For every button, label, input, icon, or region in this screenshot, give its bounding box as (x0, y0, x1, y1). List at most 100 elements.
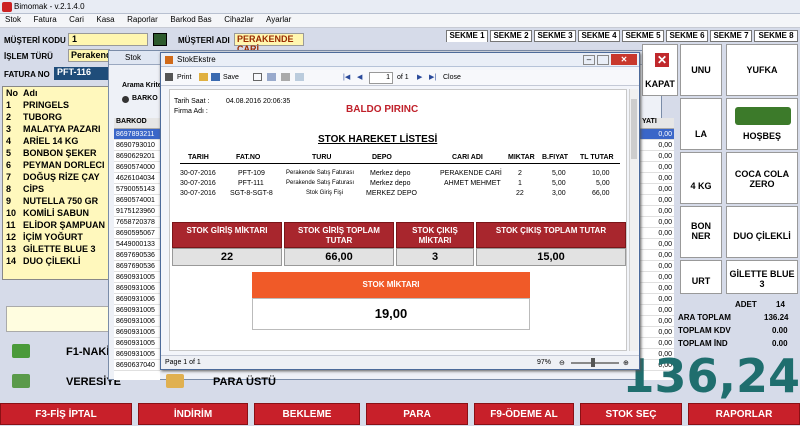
product-tile-urt[interactable]: URT (680, 260, 722, 294)
barkod-cell[interactable]: 9175123960 (114, 206, 160, 217)
menu-stok[interactable]: Stok (0, 14, 26, 25)
menu-kasa[interactable]: Kasa (91, 14, 119, 25)
menu-cari[interactable]: Cari (64, 14, 89, 25)
islem-turu-select[interactable]: Perakend (68, 49, 112, 62)
bekleme-button[interactable]: BEKLEME (254, 403, 360, 425)
product-tile-coca-cola[interactable]: COCA COLA ZERO (726, 152, 798, 204)
page-number-input[interactable]: 1 (369, 72, 393, 84)
barkod-cell[interactable]: 8697893211 (114, 129, 160, 140)
zoom-slider-thumb[interactable] (591, 358, 595, 367)
product-tile-la[interactable]: LA (680, 98, 722, 150)
cart-row[interactable]: 10 KOMİLİ SABUN (3, 207, 109, 219)
barkod-cell[interactable]: 8690637040 (114, 360, 160, 371)
raporlar-button[interactable]: RAPORLAR (688, 403, 800, 425)
cart-row[interactable]: 6 PEYMAN DORLECI (3, 159, 109, 171)
product-tile-gilette[interactable]: GİLETTE BLUE 3 (726, 260, 798, 294)
barkod-radio[interactable] (122, 96, 129, 103)
barkod-cell[interactable]: 8690595067 (114, 228, 160, 239)
menu-fatura[interactable]: Fatura (29, 14, 62, 25)
product-tile-unu[interactable]: UNU (680, 44, 722, 96)
cart-row[interactable]: 1 PRINGELS (3, 99, 109, 111)
barkod-cell[interactable]: 5790055143 (114, 184, 160, 195)
tab-sekme-2[interactable]: SEKME 2 (490, 30, 532, 42)
cart-row[interactable]: 11 ELİDOR ŞAMPUAN (3, 219, 109, 231)
cart-row[interactable]: 12 İÇİM YOĞURT (3, 231, 109, 243)
zoom-in-icon[interactable]: ⊕ (623, 359, 629, 367)
maximize-icon[interactable] (597, 55, 609, 65)
stok-sec-button[interactable]: STOK SEÇ (580, 403, 682, 425)
report-scrollbar[interactable] (629, 89, 638, 351)
para-button[interactable]: PARA (366, 403, 468, 425)
product-tile-yufka[interactable]: YUFKA (726, 44, 798, 96)
cart-row[interactable]: 8 CİPS (3, 183, 109, 195)
first-page-icon[interactable]: |◀ (343, 73, 350, 83)
product-tile-duo[interactable]: DUO ÇİLEKLİ (726, 206, 798, 258)
prev-page-icon[interactable]: ◀ (357, 73, 362, 83)
barkod-cell[interactable]: 5449000133 (114, 239, 160, 250)
barkod-cell[interactable]: 8690931006 (114, 283, 160, 294)
barkod-cell[interactable]: 8690574000 (114, 162, 160, 173)
tab-sekme-7[interactable]: SEKME 7 (710, 30, 752, 42)
folder-icon[interactable] (199, 73, 208, 81)
barkod-cell[interactable]: 8690931005 (114, 338, 160, 349)
cart-row[interactable]: 13 GİLETTE BLUE 3 (3, 243, 109, 255)
tab-sekme-6[interactable]: SEKME 6 (666, 30, 708, 42)
cart-row[interactable]: 14 DUO ÇİLEKLİ (3, 255, 109, 267)
cart-row[interactable]: 9 NUTELLA 750 GR (3, 195, 109, 207)
next-page-icon[interactable]: ▶ (417, 73, 422, 83)
cart-row[interactable]: 3 MALATYA PAZARI (3, 123, 109, 135)
cart-row[interactable]: 2 TUBORG (3, 111, 109, 123)
tab-sekme-1[interactable]: SEKME 1 (446, 30, 488, 42)
barkod-cell[interactable]: 8690931005 (114, 305, 160, 316)
print-button[interactable]: Print (177, 73, 191, 83)
tab-sekme-3[interactable]: SEKME 3 (534, 30, 576, 42)
window-close-icon[interactable]: ✕ (611, 54, 637, 65)
tab-sekme-4[interactable]: SEKME 4 (578, 30, 620, 42)
customer-search-icon[interactable] (153, 33, 167, 46)
barkod-cell[interactable]: 8690931006 (114, 294, 160, 305)
tab-sekme-5[interactable]: SEKME 5 (622, 30, 664, 42)
zoom-slider[interactable] (571, 362, 619, 364)
barkod-cell[interactable]: 8690931005 (114, 327, 160, 338)
scrollbar-thumb[interactable] (631, 99, 637, 159)
find-icon[interactable] (281, 73, 290, 81)
menu-ayarlar[interactable]: Ayarlar (261, 14, 296, 25)
barkod-cell[interactable]: 8690931006 (114, 316, 160, 327)
email-icon[interactable] (253, 73, 262, 81)
barcode-entry[interactable] (6, 306, 110, 332)
kapat-button[interactable]: ✕ KAPAT (642, 44, 678, 96)
menu-raporlar[interactable]: Raporlar (122, 14, 163, 25)
printer-icon[interactable] (165, 73, 173, 81)
barkod-cell[interactable]: 4626104034 (114, 173, 160, 184)
menu-barkod-bas[interactable]: Barkod Bas (165, 14, 216, 25)
fis-iptal-button[interactable]: F3-FİŞ İPTAL (0, 403, 132, 425)
cart-row[interactable]: 5 BONBON ŞEKER (3, 147, 109, 159)
product-tile-bon[interactable]: BON NER (680, 206, 722, 258)
tab-sekme-8[interactable]: SEKME 8 (754, 30, 798, 42)
save-icon[interactable] (211, 73, 220, 81)
minimize-icon[interactable]: – (583, 55, 595, 65)
zoom-icon[interactable] (295, 73, 304, 81)
cart-row[interactable]: 4 ARİEL 14 KG (3, 135, 109, 147)
zoom-out-icon[interactable]: ⊖ (559, 359, 565, 367)
barkod-cell[interactable]: 8690574001 (114, 195, 160, 206)
barkod-cell[interactable]: 8690629201 (114, 151, 160, 162)
product-tile-kg[interactable]: 4 KG (680, 152, 722, 204)
copy-icon[interactable] (267, 73, 276, 81)
musteri-kodu-input[interactable]: 1 (68, 33, 148, 46)
product-tile-hosbes[interactable]: HOŞBEŞ (726, 98, 798, 150)
barkod-cell[interactable]: 8697690536 (114, 261, 160, 272)
cart-row[interactable]: 7 DOĞUŞ RİZE ÇAY (3, 171, 109, 183)
barkod-cell[interactable]: 8690931005 (114, 349, 160, 360)
odeme-al-button[interactable]: F9-ÖDEME AL (474, 403, 574, 425)
barkod-cell[interactable]: 8697690536 (114, 250, 160, 261)
barkod-cell[interactable]: 8690931005 (114, 272, 160, 283)
para-ustu-button[interactable]: PARA ÜSTÜ (213, 376, 276, 388)
menu-cihazlar[interactable]: Cihazlar (219, 14, 258, 25)
barkod-cell[interactable]: 7658720378 (114, 217, 160, 228)
last-page-icon[interactable]: ▶| (429, 73, 436, 83)
indirim-button[interactable]: İNDİRİM (138, 403, 248, 425)
close-report-button[interactable]: Close (443, 73, 461, 83)
save-button[interactable]: Save (223, 73, 239, 83)
barkod-cell[interactable]: 8690793010 (114, 140, 160, 151)
